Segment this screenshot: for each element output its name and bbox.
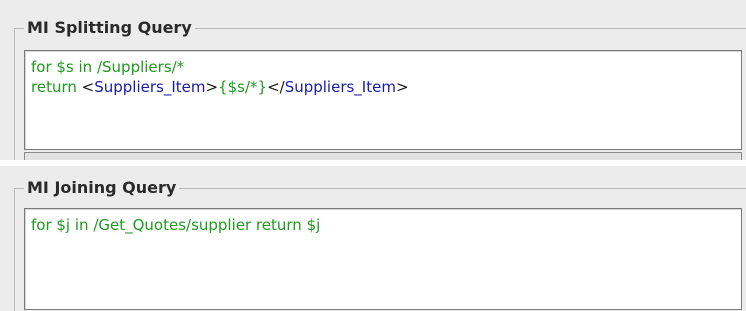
code-token: {$s/*} <box>218 78 268 96</box>
code-line: return <Suppliers_Item>{$s/*}</Suppliers… <box>31 77 735 97</box>
code-token: </ <box>267 78 285 96</box>
splitting-query-group: MI Splitting Query for $s in /Suppliers/… <box>0 0 746 161</box>
code-token: > <box>205 78 219 96</box>
code-token: Suppliers_Item <box>284 78 396 96</box>
code-token: > <box>395 78 409 96</box>
code-token: for $s in /Suppliers/* <box>31 58 185 76</box>
code-token: return <box>31 78 82 96</box>
joining-query-editor[interactable]: for $j in /Get_Quotes/supplier return $j <box>24 208 742 310</box>
code-token: for $j in /Get_Quotes/supplier return $j <box>31 216 321 234</box>
code-token: Suppliers_Item <box>94 78 206 96</box>
splitting-query-editor[interactable]: for $s in /Suppliers/* return <Suppliers_… <box>24 50 742 150</box>
code-token: < <box>81 78 95 96</box>
splitting-query-title: MI Splitting Query <box>24 18 195 38</box>
joining-query-group: MI Joining Query for $j in /Get_Quotes/s… <box>0 166 746 311</box>
joining-query-title: MI Joining Query <box>24 178 180 198</box>
code-line: for $j in /Get_Quotes/supplier return $j <box>31 215 735 235</box>
code-line: for $s in /Suppliers/* <box>31 57 735 77</box>
